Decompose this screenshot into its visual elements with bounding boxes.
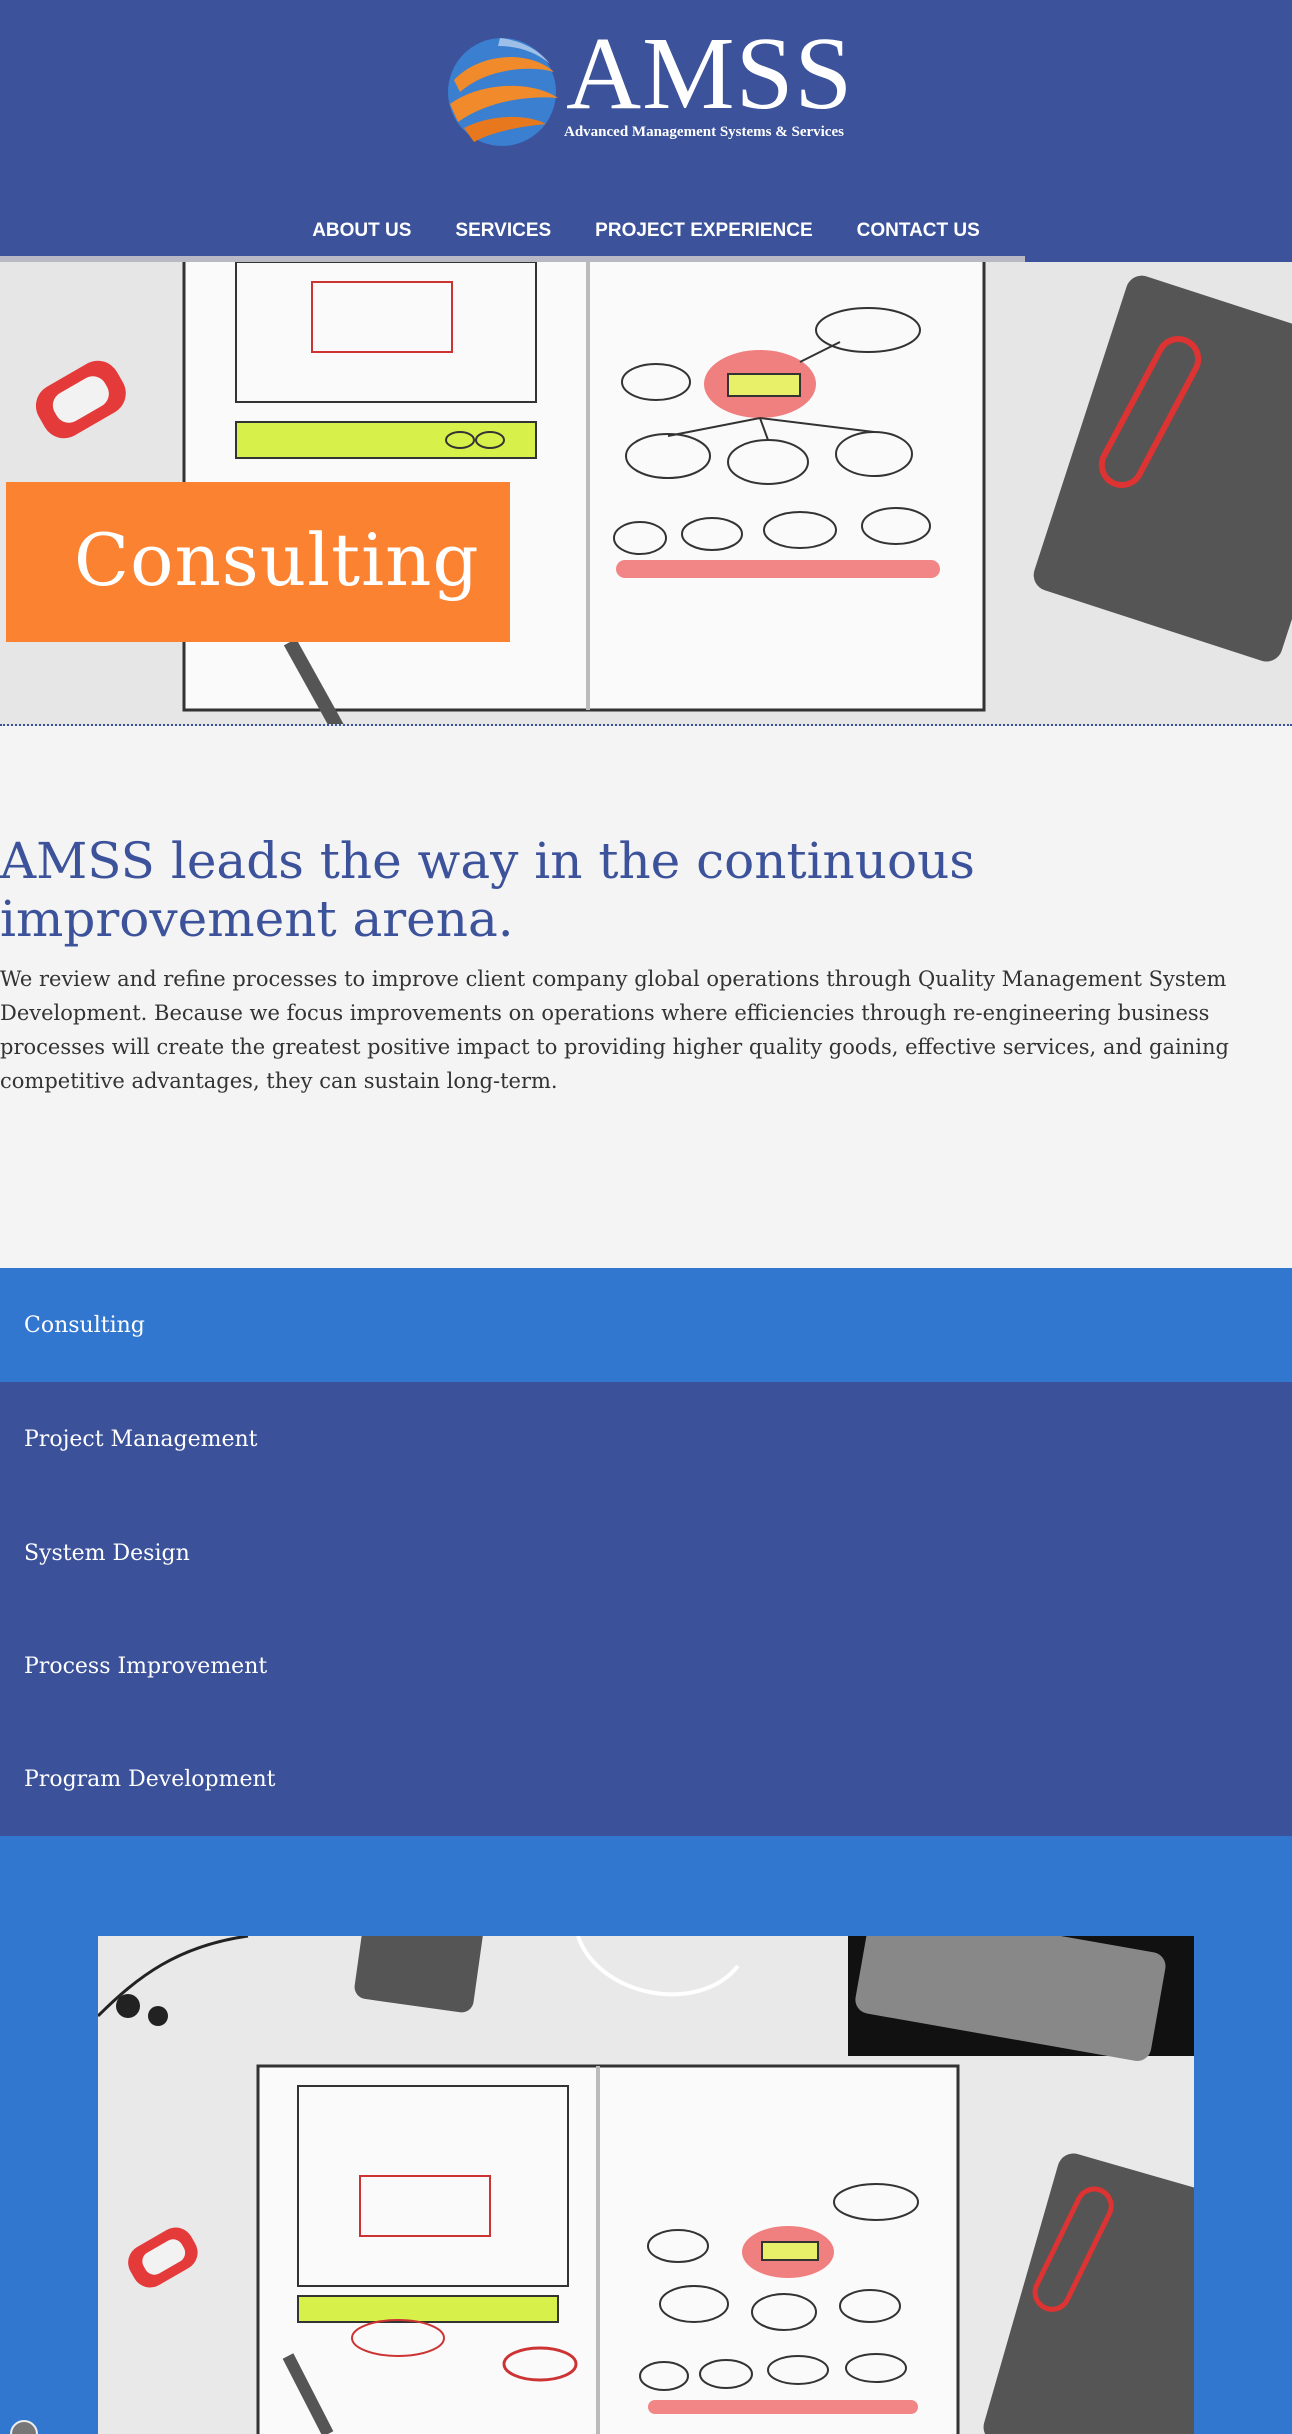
service-item-project-management[interactable]: Project Management [0, 1382, 1292, 1496]
service-item-consulting[interactable]: Consulting [0, 1268, 1292, 1382]
services-list: Consulting Project Management System Des… [0, 1268, 1292, 1836]
nav-project-experience[interactable]: PROJECT EXPERIENCE [573, 216, 835, 246]
desk-photo [98, 1936, 1194, 2434]
hero-banner: Consulting [0, 262, 1292, 726]
nav-about-us[interactable]: ABOUT US [290, 216, 433, 246]
site-header: AMSS Advanced Management Systems & Servi… [0, 0, 1292, 262]
intro-body: We review and refine processes to improv… [0, 967, 1229, 1093]
hero-title: Consulting [74, 518, 480, 602]
desk-sketch-image [98, 1936, 1194, 2434]
hero-title-badge: Consulting [6, 482, 510, 642]
main-nav: ABOUT US SERVICES PROJECT EXPERIENCE CON… [0, 216, 1292, 246]
service-item-system-design[interactable]: System Design [0, 1496, 1292, 1610]
intro-heading: AMSS leads the way in the continuous imp… [0, 832, 975, 948]
service-item-program-development[interactable]: Program Development [0, 1722, 1292, 1836]
nav-contact-us[interactable]: CONTACT US [835, 216, 1002, 246]
image-section [0, 1836, 1292, 2434]
globe-logo-icon [448, 38, 558, 146]
brand-tagline: Advanced Management Systems & Services [564, 124, 844, 140]
service-item-process-improvement[interactable]: Process Improvement [0, 1609, 1292, 1723]
brand-logo[interactable]: AMSS Advanced Management Systems & Servi… [440, 22, 860, 158]
brand-name: AMSS [566, 16, 854, 131]
nav-services[interactable]: SERVICES [433, 216, 573, 246]
intro-section: AMSS leads the way in the continuous imp… [0, 726, 1292, 1268]
